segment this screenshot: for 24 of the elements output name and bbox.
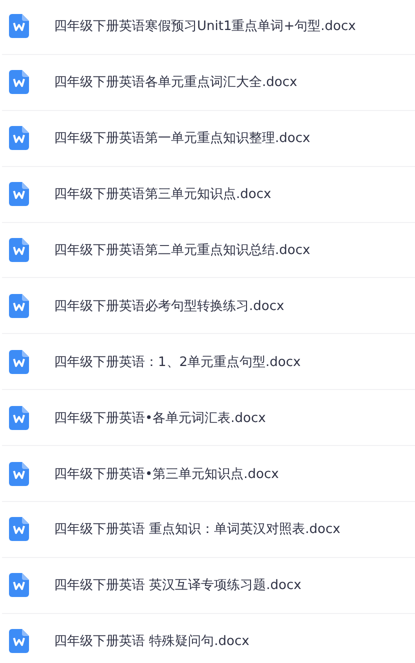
file-name[interactable]: 四年级下册英语•第三单元知识点.docx xyxy=(54,464,279,483)
document-icon xyxy=(9,573,29,598)
document-icon xyxy=(9,70,29,94)
file-name[interactable]: 四年级下册英语第三单元知识点.docx xyxy=(54,185,272,204)
file-name[interactable]: 四年级下册英语 英汉互译专项练习题.docx xyxy=(54,576,302,594)
file-name[interactable]: 四年级下册英语 重点知识：单词英汉对照表.docx xyxy=(54,520,340,538)
document-icon xyxy=(9,294,29,318)
document-icon xyxy=(9,350,29,374)
file-name[interactable]: 四年级下册英语：1、2单元重点句型.docx xyxy=(54,352,301,371)
file-name[interactable]: 四年级下册英语寒假预习Unit1重点单词+句型.docx xyxy=(54,17,356,36)
file-name[interactable]: 四年级下册英语•各单元词汇表.docx xyxy=(54,408,266,427)
document-icon xyxy=(9,14,29,38)
file-name[interactable]: 四年级下册英语必考句型转换练习.docx xyxy=(54,296,284,315)
document-icon xyxy=(9,462,29,486)
file-name[interactable]: 四年级下册英语各单元重点词汇大全.docx xyxy=(54,73,298,92)
document-icon xyxy=(9,238,29,262)
file-name[interactable]: 四年级下册英语第二单元重点知识总结.docx xyxy=(54,241,310,259)
file-name[interactable]: 四年级下册英语 特殊疑问句.docx xyxy=(54,632,250,650)
document-icon xyxy=(9,182,29,206)
file-name[interactable]: 四年级下册英语第一单元重点知识整理.docx xyxy=(54,129,310,148)
document-icon xyxy=(9,126,29,150)
document-icon xyxy=(9,517,29,542)
document-icon xyxy=(9,406,29,430)
document-icon xyxy=(9,629,29,654)
